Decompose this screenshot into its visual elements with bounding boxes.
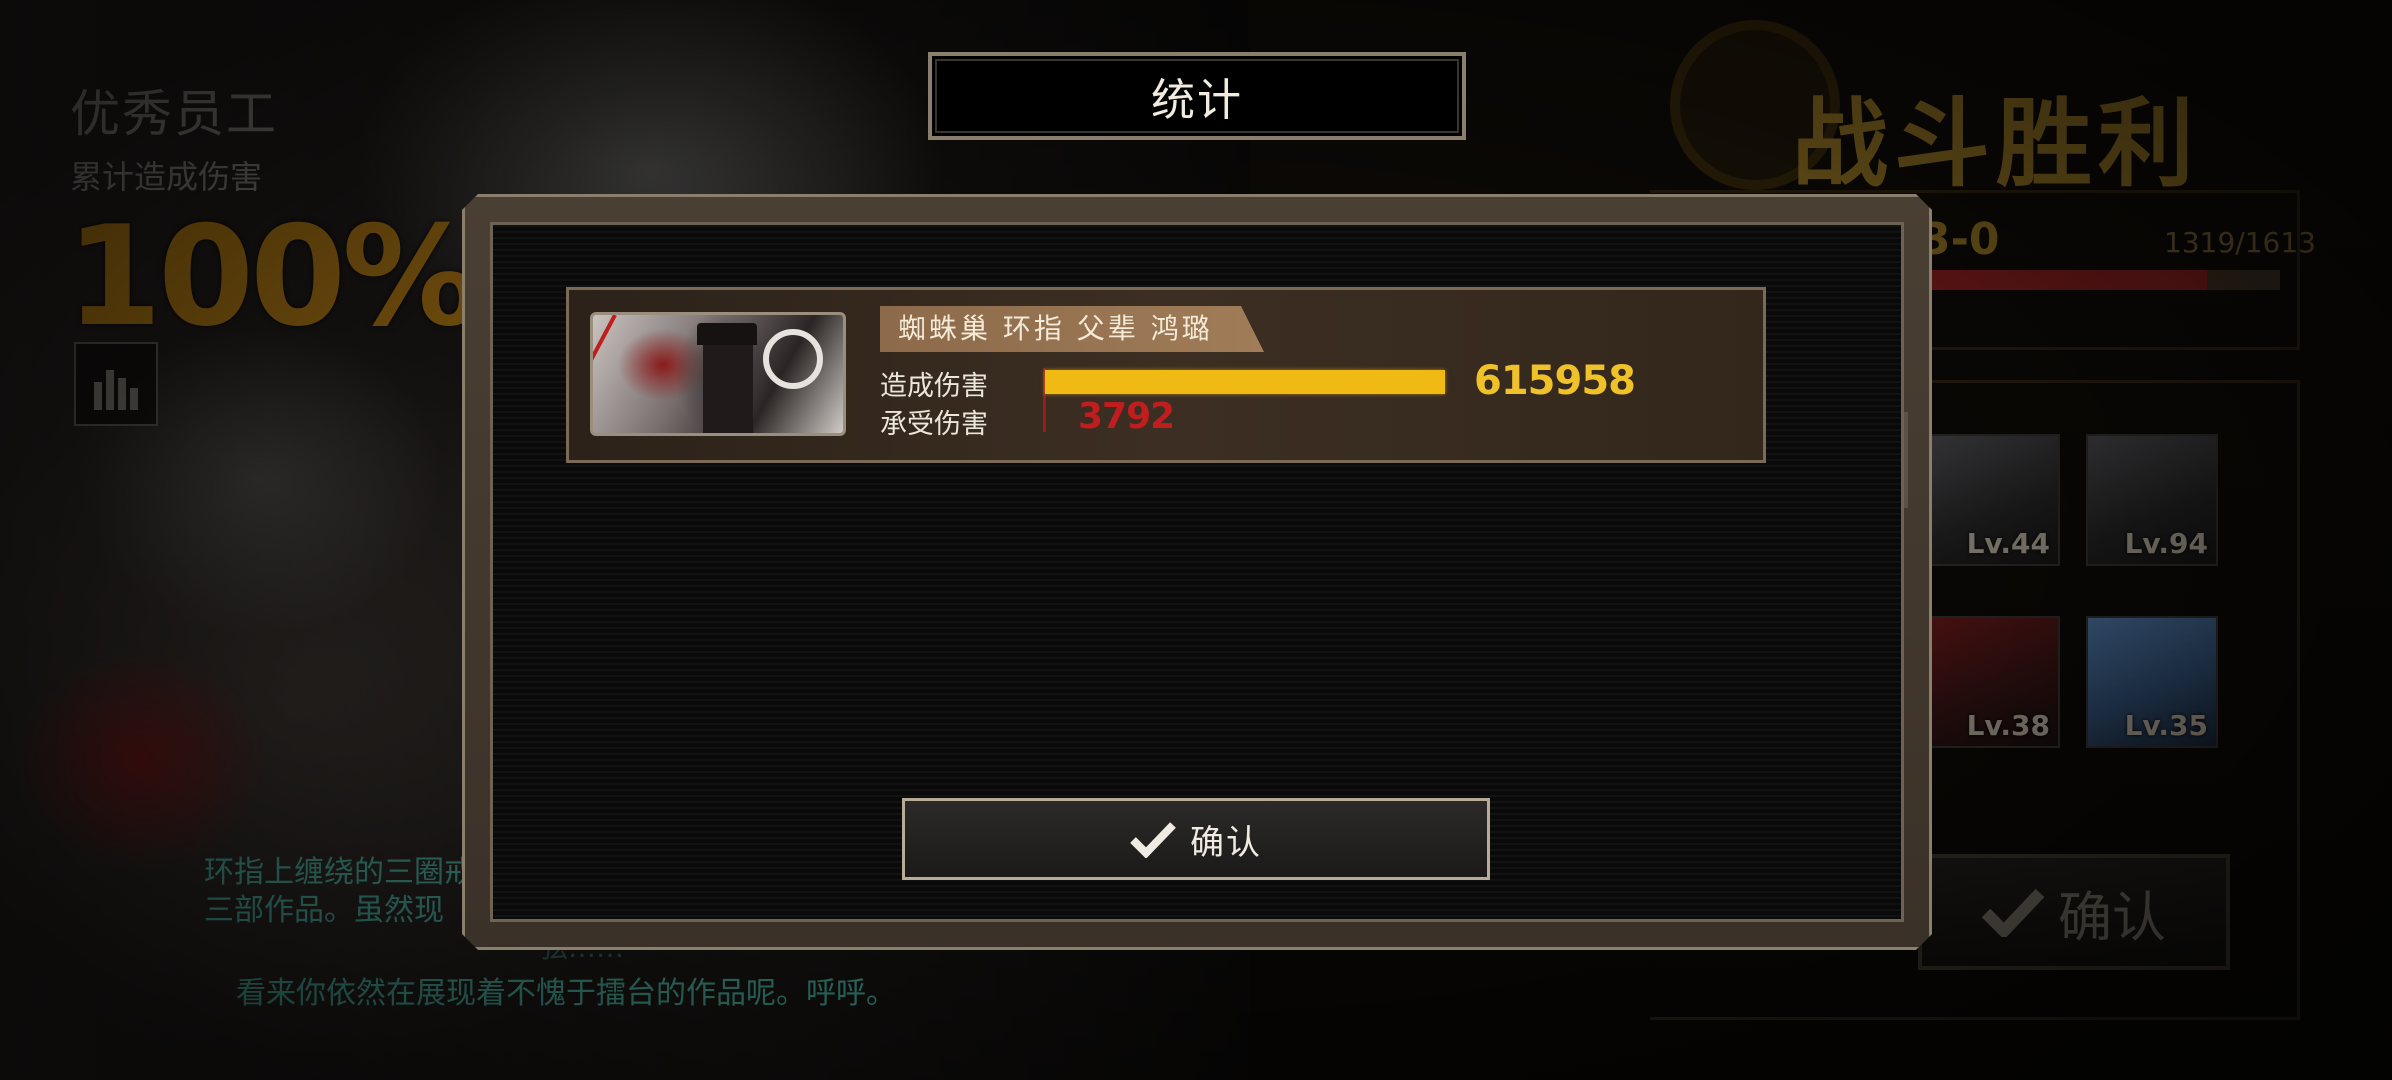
- confirm-button[interactable]: 确认: [902, 798, 1490, 880]
- modal-title: 统计: [928, 52, 1466, 140]
- character-name: 蜘蛛巢 环指 父辈 鸿璐: [880, 306, 1264, 352]
- damage-dealt-value: 615958: [1474, 358, 1636, 404]
- damage-taken-value: 3792: [1078, 396, 1175, 437]
- damage-dealt-bar: [1045, 370, 1445, 394]
- confirm-label: 确认: [1190, 822, 1262, 863]
- damage-dealt-label: 造成伤害: [880, 371, 988, 402]
- character-portrait: [590, 312, 846, 436]
- scrollbar[interactable]: [1904, 412, 1908, 508]
- damage-taken-label: 承受伤害: [880, 409, 988, 440]
- checkmark-icon: [1130, 822, 1176, 858]
